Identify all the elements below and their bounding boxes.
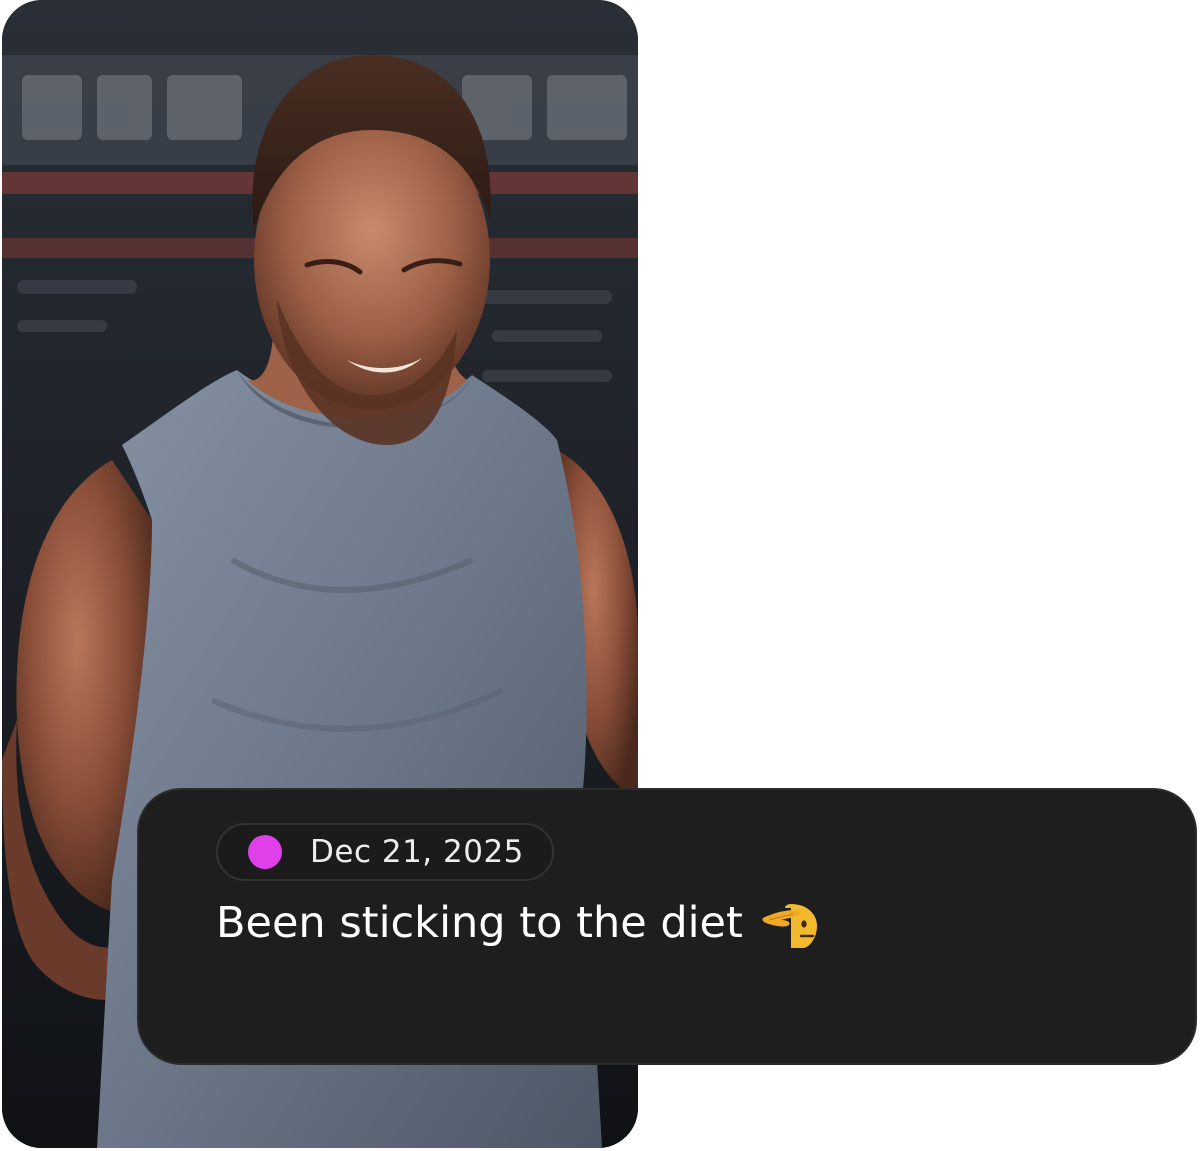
entry-date: Dec 21, 2025 (310, 834, 524, 870)
message-row: Been sticking to the diet (216, 898, 819, 948)
saluting-face-icon (762, 904, 817, 948)
date-badge: Dec 21, 2025 (216, 823, 554, 881)
message-text: Been sticking to the diet (216, 898, 743, 948)
message-card: Dec 21, 2025 Been sticking to the diet (137, 788, 1197, 1065)
stage: Dec 21, 2025 Been sticking to the diet (0, 0, 1200, 1151)
status-dot (248, 835, 282, 869)
